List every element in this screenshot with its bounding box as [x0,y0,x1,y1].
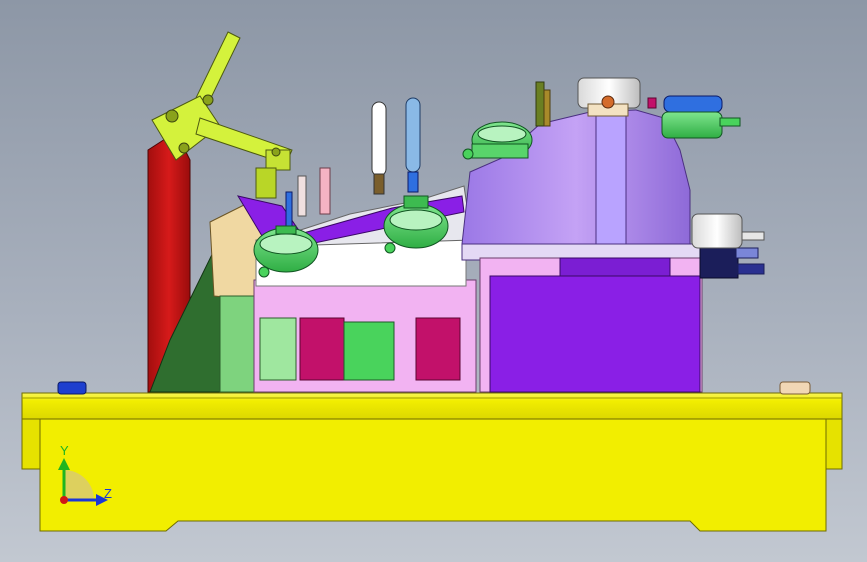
base-plate[interactable] [21,392,843,532]
z-axis-label: Z [104,486,112,501]
x-axis-dot-icon [60,496,68,504]
bolt-right [779,381,811,395]
cad-viewport[interactable]: Y Z [0,0,867,562]
y-axis-label: Y [60,443,69,458]
handle-blue[interactable] [405,97,421,193]
bolt-left [57,381,87,395]
dial-gauge-housing[interactable] [462,121,533,160]
dial-gauge-right-side[interactable] [691,213,765,249]
dial-gauge-top-right[interactable] [661,95,741,139]
handle-white[interactable] [371,101,387,195]
